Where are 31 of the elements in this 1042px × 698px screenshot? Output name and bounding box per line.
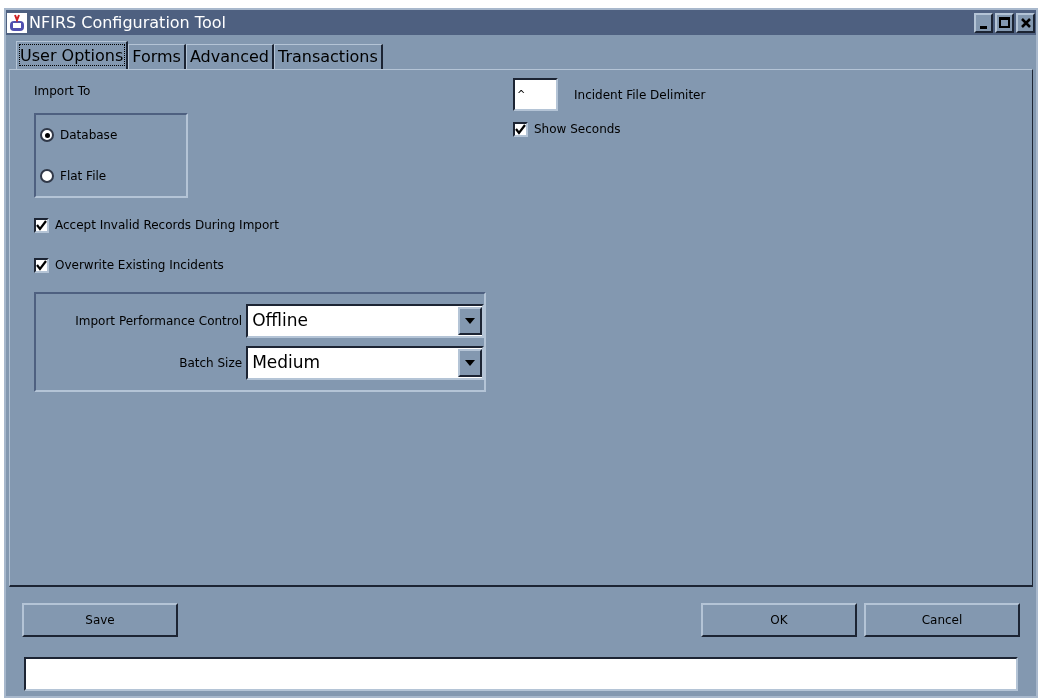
window-title: NFIRS Configuration Tool [29, 11, 226, 34]
checkbox[interactable] [34, 217, 49, 233]
tab[interactable]: Transactions [273, 44, 383, 69]
app-logo-icon [7, 12, 27, 33]
minimize-icon[interactable] [974, 12, 993, 33]
radio-button[interactable] [40, 128, 54, 143]
ok-button[interactable]: OK [701, 603, 857, 637]
field-label: Import Performance Control [74, 313, 243, 330]
tab[interactable]: Advanced [185, 44, 274, 69]
cancel-button[interactable]: Cancel [864, 603, 1020, 637]
radio-button[interactable] [40, 168, 54, 183]
dropdown[interactable]: Medium [246, 346, 484, 380]
checkbox-label: Accept Invalid Records During Import [55, 217, 279, 234]
tab[interactable]: Forms [128, 44, 186, 69]
field-label: Batch Size [178, 355, 243, 372]
radio-label: Flat File [60, 167, 107, 185]
section-label: Import To [34, 83, 92, 100]
field-label: Incident File Delimiter [574, 86, 706, 104]
save-button[interactable]: Save [22, 603, 178, 637]
dropdown[interactable]: Offline [246, 304, 484, 338]
caret-icon[interactable] [458, 307, 482, 335]
checkbox-label: Overwrite Existing Incidents [55, 257, 224, 274]
tab[interactable]: User Options [16, 41, 129, 69]
caret-icon[interactable] [458, 349, 482, 377]
delimiter-field[interactable]: ^ [513, 78, 558, 111]
checkbox-label: Show Seconds [534, 121, 621, 138]
close-icon[interactable] [1016, 12, 1035, 33]
maximize-icon[interactable] [995, 12, 1014, 33]
radio-label: Database [60, 127, 118, 145]
checkbox[interactable] [513, 121, 528, 137]
checkbox[interactable] [34, 257, 49, 273]
